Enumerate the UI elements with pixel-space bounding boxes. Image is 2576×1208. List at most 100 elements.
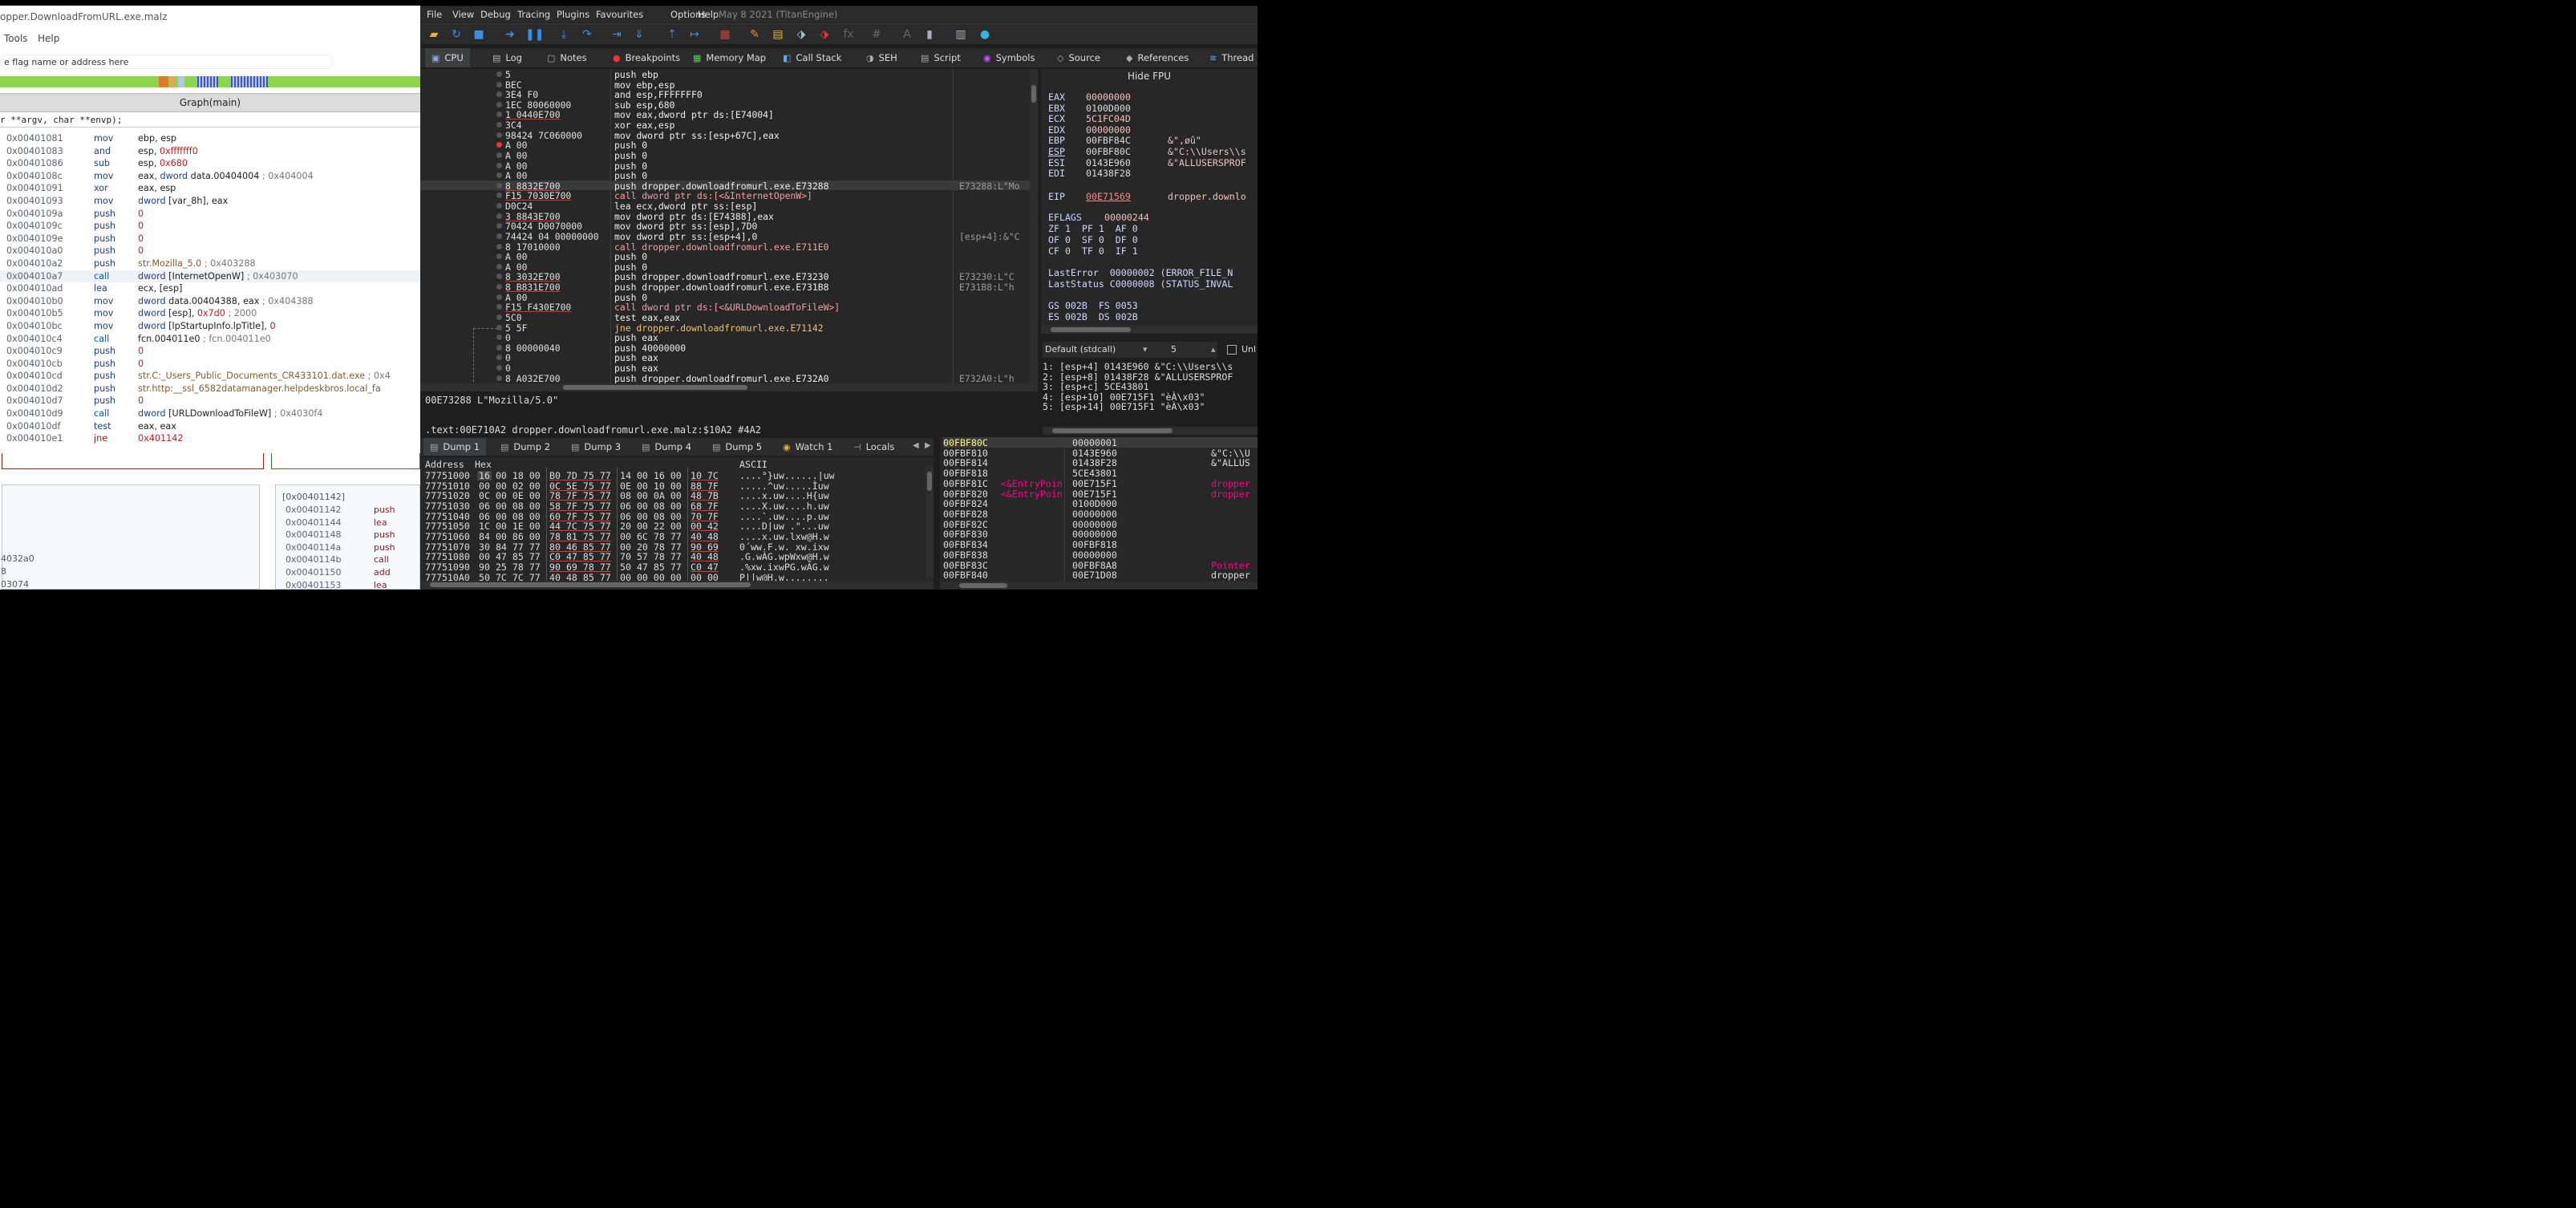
disasm-row[interactable]: 0x004010c4 call fcn.004011e0 ; fcn.004011e…	[0, 333, 420, 346]
cpu-disassembly[interactable]: 5 push ebp BEC mov ebp,esp 3E4 F0 and esp,FFF…	[420, 69, 1038, 391]
disasm-row[interactable]: A 00 push 0	[420, 170, 1030, 181]
breakpoint-slot[interactable]	[496, 344, 502, 351]
disasm-row[interactable]: 0x0040109e push 0	[0, 233, 420, 245]
patch-icon[interactable]: ▮	[922, 27, 937, 42]
disasm-row[interactable]: 0 push eax	[420, 332, 1030, 343]
disasm-row[interactable]: 0x00401091 xor eax, esp	[0, 182, 420, 195]
tab-dump-2[interactable]: ▤ Dump 2	[494, 438, 557, 456]
register-ebp[interactable]: EBP 00FBF84C &",øû"	[1048, 135, 1201, 146]
disasm-row[interactable]: 98424 7C060000 mov dword ptr ss:[esp+67C]…	[420, 130, 1030, 141]
tab-symbols[interactable]: ◉ Symbols	[977, 48, 1041, 67]
disasm-row[interactable]: 8 8832E700 push dropper.downloadfromurl.e…	[420, 180, 1030, 192]
flag-search-input[interactable]: e flag name or address here	[0, 55, 334, 69]
breakpoint-slot[interactable]	[496, 81, 502, 87]
graph-block-left[interactable]: 4032a0 8 03074	[1, 484, 260, 590]
register-edi[interactable]: EDI 01438F28	[1048, 168, 1131, 179]
menu-tools[interactable]: Tools	[4, 33, 28, 44]
disasm-row[interactable]: 0x0040109c push 0	[0, 220, 420, 233]
disasm-row[interactable]: 0 push eax	[420, 363, 1030, 374]
block-row[interactable]: 0x00401150 add	[286, 567, 391, 578]
register-esp[interactable]: ESP 00FBF80C &"C:\\Users\\s	[1048, 146, 1246, 157]
stack-row[interactable]: 00FBF820 <&EntryPoin 00E715F1 dropper	[943, 488, 1258, 500]
breakpoint-slot[interactable]	[496, 334, 502, 341]
menu-view[interactable]: View	[452, 6, 474, 22]
hide-fpu-button[interactable]: Hide FPU	[1041, 71, 1258, 82]
disasm-row[interactable]: 8 00000040 push 40000000	[420, 343, 1030, 354]
menu-favourites[interactable]: Favourites	[596, 6, 643, 22]
disasm-row[interactable]: A 00 push 0	[420, 251, 1030, 262]
arg-row[interactable]: 5: [esp+14] 00E715F1 "èÀ\x03"	[1043, 401, 1258, 412]
tab-notes[interactable]: ▢ Notes	[541, 48, 593, 67]
disasm-row[interactable]: 0x004010e1 jne 0x401142	[0, 432, 420, 445]
graph-tab-header[interactable]: Graph(main)	[0, 93, 420, 112]
execute-till-return-icon[interactable]: ⇡	[665, 27, 679, 42]
disasm-row[interactable]: 0x00401086 sub esp, 0x680	[0, 157, 420, 170]
disasm-row[interactable]: 0x004010bc mov dword [lpStartupInfo.lpTitl…	[0, 320, 420, 333]
stack-row[interactable]: 00FBF81C <&EntryPoin 00E715F1 dropper	[943, 478, 1258, 489]
dump-row[interactable]: 77751050 1C 00 1E 00 44 7C 75 77 20 00 22 0…	[425, 521, 829, 532]
arg-count-spinner[interactable]: 5 ▴	[1171, 342, 1221, 358]
tab-source[interactable]: ◇ Source	[1051, 48, 1107, 67]
disasm-row[interactable]: 8 B831E700 push dropper.downloadfromurl.e…	[420, 282, 1030, 293]
memory-icon[interactable]: ▦	[718, 27, 732, 42]
disasm-vscrollbar[interactable]	[1030, 69, 1038, 391]
trace-into-icon[interactable]: ⇥	[610, 27, 624, 42]
disasm-row[interactable]: 0 push eax	[420, 352, 1030, 363]
breakpoint-slot[interactable]	[496, 314, 502, 320]
breakpoint-slot[interactable]	[496, 233, 502, 239]
disasm-row[interactable]: 0x004010d7 push 0	[0, 395, 420, 407]
breakpoint-slot[interactable]	[496, 263, 502, 270]
register-eax[interactable]: EAX 00000000	[1048, 91, 1131, 103]
register-ecx[interactable]: ECX 5C1FC04D	[1048, 113, 1131, 124]
breakpoint-slot[interactable]	[496, 243, 502, 249]
stack-row[interactable]: 00FBF80C 00000001	[943, 437, 1258, 448]
disasm-row[interactable]: F15 7030E700 call dword ptr ds:[<&Interne…	[420, 190, 1030, 201]
open-icon[interactable]: ▰	[427, 27, 441, 42]
disasm-row[interactable]: 0x004010b5 mov dword [esp], 0x7d0 ; 2000	[0, 307, 420, 320]
disasm-row[interactable]: 5 push ebp	[420, 69, 1030, 80]
disasm-row[interactable]: 0x004010d9 call dword [URLDownloadToFileW]…	[0, 407, 420, 420]
disasm-row[interactable]: A 00 push 0	[420, 261, 1030, 273]
breakpoint-slot[interactable]	[496, 172, 502, 179]
block-row[interactable]: 0x00401144 lea	[286, 517, 387, 528]
disasm-row[interactable]: 0x004010ad lea ecx, [esp]	[0, 282, 420, 295]
disasm-row[interactable]: 0x004010a0 push 0	[0, 245, 420, 257]
highlighter-icon[interactable]: ✎	[747, 27, 762, 42]
menu-help[interactable]: Help	[38, 33, 59, 44]
disasm-row[interactable]: 0x004010a7 call dword [InternetOpenW] ; 0x…	[0, 270, 420, 283]
tab-dump-5[interactable]: ▤ Dump 5	[706, 438, 768, 456]
tab-seh[interactable]: ◑ SEH	[860, 48, 904, 67]
tab-log[interactable]: ▤ Log	[486, 48, 529, 67]
tab-cpu[interactable]: ▣ CPU	[425, 48, 470, 67]
disasm-row[interactable]: 1EC 80060000 sub esp,680	[420, 99, 1030, 111]
breakpoint-slot[interactable]	[496, 152, 502, 158]
section-map-bar[interactable]	[0, 76, 420, 87]
disasm-row[interactable]: 0x00401083 and esp, 0xfffffff0	[0, 145, 420, 158]
tab-breakpoints[interactable]: ● Breakpoints	[606, 48, 687, 67]
disasm-row[interactable]: A 00 push 0	[420, 150, 1030, 161]
disasm-row[interactable]: 3C4 xor eax,esp	[420, 120, 1030, 131]
menu-plugins[interactable]: Plugins	[557, 6, 589, 22]
dump-row[interactable]: 77751010 00 00 02 00 0C 5E 75 77 0E 00 10 0…	[425, 480, 829, 492]
tab-locals[interactable]: ⊣ Locals	[847, 438, 901, 456]
breakpoint-slot[interactable]	[496, 324, 502, 330]
breakpoint-slot[interactable]	[496, 355, 502, 361]
breakpoint-slot[interactable]	[496, 304, 502, 310]
disasm-row[interactable]: D0C24 lea ecx,dword ptr ss:[esp]	[420, 201, 1030, 212]
block-row[interactable]: 0x00401148 push	[286, 529, 395, 540]
flags-row[interactable]: CF 0 TF 0 IF 1	[1048, 245, 1138, 257]
breakpoint-slot[interactable]	[496, 284, 502, 290]
breakpoint-slot[interactable]	[496, 253, 502, 260]
arg-row[interactable]: 3: [esp+c] 5CE43801	[1043, 381, 1258, 392]
disasm-row[interactable]: 8 17010000 call dropper.downloadfromurl.e…	[420, 241, 1030, 253]
register-eflags[interactable]: EFLAGS 00000244	[1048, 212, 1149, 223]
registers-panel[interactable]: Hide FPU EAX 00000000 EBX 0100D000 ECX 5C1FC0…	[1041, 69, 1258, 334]
menu-file[interactable]: File	[427, 6, 442, 22]
dump-row[interactable]: 77751020 0C 00 0E 00 78 7F 75 77 08 00 0A 0…	[425, 490, 829, 501]
disasm-row[interactable]: 1 0440E700 mov eax,dword ptr ds:[E74004]	[420, 109, 1030, 120]
flags-row[interactable]: OF 0 SF 0 DF 0	[1048, 234, 1138, 245]
arg-row[interactable]: 1: [esp+4] 0143E960 &"C:\\Users\\s	[1043, 361, 1258, 372]
stack-panel[interactable]: 00FBF80C 00000001 00FBF810 0143E960 &"C:\\U 0…	[940, 437, 1258, 590]
breakpoint-slot[interactable]	[496, 364, 502, 371]
breakpoint-slot[interactable]	[496, 193, 502, 199]
